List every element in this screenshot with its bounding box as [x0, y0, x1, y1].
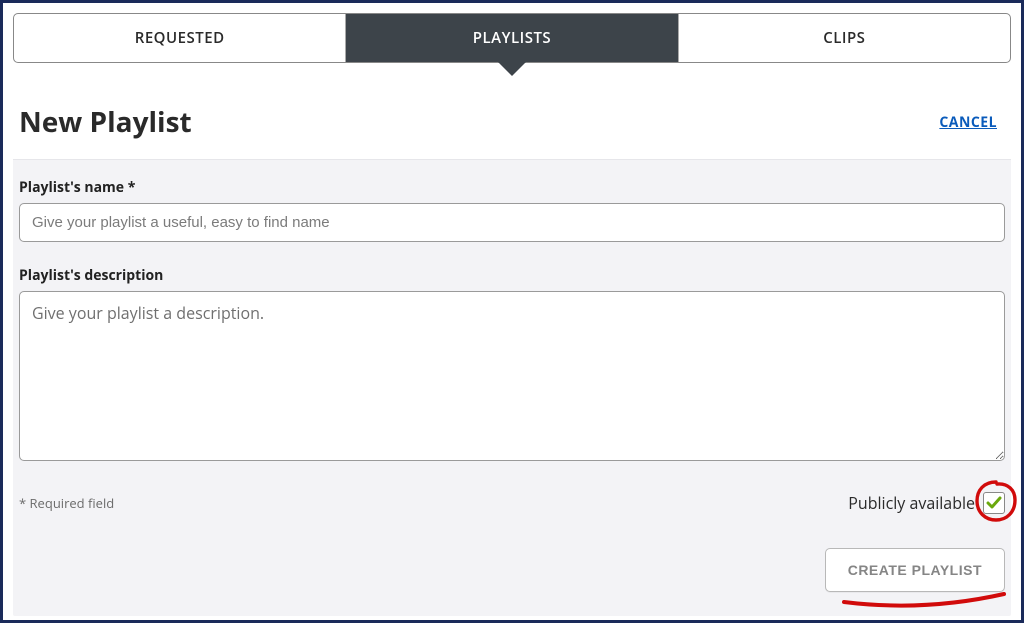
public-available-checkbox[interactable]: [983, 492, 1005, 514]
content-panel: New Playlist CANCEL Playlist's name * Pl…: [13, 85, 1011, 616]
header-row: New Playlist CANCEL: [13, 85, 1011, 160]
tab-playlists-label: PLAYLISTS: [473, 28, 551, 48]
playlist-name-label: Playlist's name *: [19, 178, 1005, 197]
playlist-description-label: Playlist's description: [19, 266, 1005, 285]
checkmark-icon: [986, 495, 1002, 511]
submit-row: CREATE PLAYLIST: [19, 548, 1005, 592]
create-playlist-button[interactable]: CREATE PLAYLIST: [825, 548, 1005, 592]
public-available-label: Publicly available: [848, 492, 975, 514]
tab-requested-label: REQUESTED: [135, 28, 225, 48]
tab-clips[interactable]: CLIPS: [679, 14, 1010, 62]
cancel-link[interactable]: CANCEL: [939, 113, 997, 132]
playlist-name-input[interactable]: [19, 203, 1005, 242]
tab-playlists[interactable]: PLAYLISTS: [346, 14, 678, 62]
tabs-bar: REQUESTED PLAYLISTS CLIPS: [13, 13, 1011, 63]
required-note: * Required field: [19, 494, 114, 512]
page-title: New Playlist: [19, 103, 192, 141]
tab-requested[interactable]: REQUESTED: [14, 14, 346, 62]
form-area: Playlist's name * Playlist's description…: [13, 160, 1011, 616]
public-available-wrap: Publicly available: [848, 492, 1005, 514]
playlist-description-input[interactable]: [19, 291, 1005, 461]
lower-row: * Required field Publicly available: [19, 492, 1005, 514]
tab-clips-label: CLIPS: [823, 28, 865, 48]
